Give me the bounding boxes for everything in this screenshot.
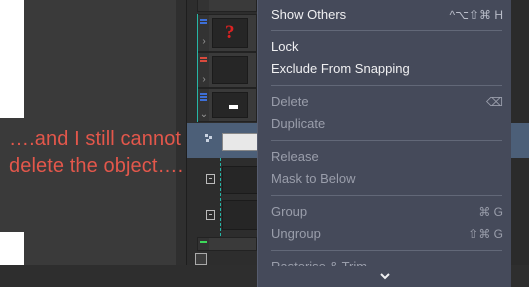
tree-line-dashed [220,158,221,246]
menu-item-label: Exclude From Snapping [271,61,410,76]
menu-item-shortcut: ⇧⌘ G [468,227,503,241]
chevron-down-icon[interactable] [379,271,391,281]
menu-item-show-others[interactable]: Show Others ^⌥⇧⌘ H [271,5,503,25]
menu-item-label: Group [271,204,308,219]
menu-item-shortcut: ⌘ G [478,205,503,219]
document-icon [206,174,215,184]
chevron-down-icon[interactable]: ⌄ [199,110,209,120]
chevron-right-icon[interactable]: › [199,37,209,47]
menu-separator [271,30,502,31]
color-tag-green [200,241,207,243]
menu-item-shortcut: ^⌥⇧⌘ H [449,8,503,22]
layer-thumbnail-glyph: ? [225,22,235,43]
layer-thumbnail [222,166,258,194]
canvas-white-object-bottom [0,232,24,265]
menu-separator [271,85,502,86]
layer-row-tab: › [198,53,209,87]
layer-thumbnail [222,200,258,230]
menu-item-mask-to-below[interactable]: Mask to Below [271,169,503,189]
context-menu: Show Others ^⌥⇧⌘ H Lock Exclude From Sna… [257,0,511,287]
canvas-white-object-top [0,0,24,118]
layer-thumbnail [212,56,248,84]
color-tag-blue [200,19,207,21]
color-tag-blue [200,99,207,101]
tree-line [197,14,198,122]
menu-item-exclude-from-snapping[interactable]: Exclude From Snapping [271,59,503,79]
document-icon [206,210,215,220]
layer-type-icon [205,134,213,142]
menu-item-duplicate[interactable]: Duplicate [271,114,503,134]
layer-thumbnail-shape [229,105,238,109]
menu-item-label: Delete [271,94,309,109]
menu-separator [271,250,502,251]
menu-separator [271,140,502,141]
selected-layer-highlight-edge [510,123,529,158]
layer-row-tab: ⌄ [198,89,209,121]
menu-item-release[interactable]: Release [271,147,503,167]
chevron-right-icon[interactable]: › [199,75,209,85]
menu-item-ungroup[interactable]: Ungroup ⇧⌘ G [271,224,503,244]
color-tag-blue [200,93,207,95]
layer-row[interactable]: › [197,52,257,88]
layer-row[interactable] [197,237,257,251]
layer-row-tab: › [198,15,209,51]
annotation-text: ….and I still cannot delete the object…. [9,128,184,177]
menu-item-label: Lock [271,39,299,54]
menu-item-label: Show Others [271,7,347,22]
layer-thumbnail [212,92,248,118]
layer-row-tab [198,238,209,250]
color-tag-blue [200,22,207,24]
menu-item-label: Ungroup [271,226,321,241]
menu-item-delete[interactable]: Delete ⌫ [271,92,503,112]
color-tag-red [200,57,207,59]
menu-item-group[interactable]: Group ⌘ G [271,202,503,222]
layer-row-tab [198,0,209,11]
delete-key-icon: ⌫ [486,95,503,109]
menu-item-lock[interactable]: Lock [271,37,503,57]
layer-thumbnail: ? [212,18,248,48]
menu-separator [271,195,502,196]
layer-row[interactable]: ⌄ [197,88,257,122]
color-tag-red [200,60,207,62]
layers-stack-icon[interactable] [195,253,207,265]
selected-layer-thumbnail [222,133,258,151]
menu-item-label: Mask to Below [271,171,356,186]
layer-row[interactable]: › ? [197,14,257,52]
layer-row[interactable] [197,0,257,12]
menu-item-label: Release [271,149,319,164]
color-tag-blue [200,96,207,98]
menu-item-label: Duplicate [271,116,326,131]
